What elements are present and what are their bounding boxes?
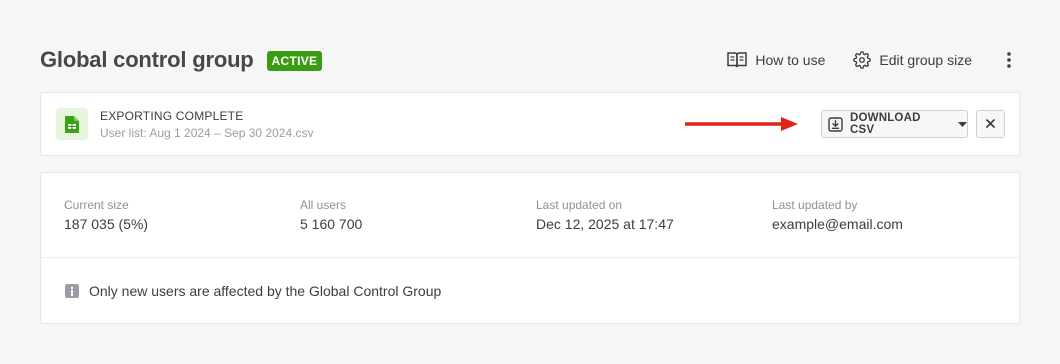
stats-row: Current size 187 035 (5%) All users 5 16… [41, 173, 1019, 257]
page-title: Global control group [40, 47, 254, 72]
chevron-down-icon [948, 121, 967, 127]
stat-all-users: All users 5 160 700 [300, 198, 362, 233]
info-note: Only new users are affected by the Globa… [65, 283, 441, 299]
info-icon [65, 284, 79, 298]
page-header: Global control group ACTIVE How to use E… [40, 40, 1020, 80]
close-banner-button[interactable] [976, 110, 1005, 138]
stat-label: Last updated by [772, 198, 858, 212]
edit-group-size-label: Edit group size [879, 52, 972, 68]
stats-card: Current size 187 035 (5%) All users 5 16… [40, 172, 1020, 324]
book-icon [727, 51, 748, 69]
export-text: EXPORTING COMPLETE User list: Aug 1 2024… [100, 109, 313, 140]
how-to-use-label: How to use [755, 52, 826, 68]
title-wrap: Global control group ACTIVE [40, 47, 323, 73]
export-banner: EXPORTING COMPLETE User list: Aug 1 2024… [40, 92, 1020, 156]
stat-label: Last updated on [536, 198, 623, 212]
download-csv-label: DOWNLOAD CSV [850, 112, 921, 136]
stat-last-updated-on: Last updated on Dec 12, 2025 at 17:47 [536, 198, 674, 233]
status-badge: ACTIVE [266, 51, 323, 71]
export-filename: User list: Aug 1 2024 – Sep 30 2024.csv [100, 126, 314, 140]
edit-group-size-link[interactable]: Edit group size [853, 51, 972, 69]
stat-label: Current size [64, 198, 129, 212]
gear-icon [853, 51, 872, 69]
stat-value: 187 035 (5%) [64, 216, 149, 232]
spreadsheet-file-icon [56, 108, 88, 140]
stat-last-updated-by: Last updated by example@email.com [772, 198, 903, 233]
export-status: EXPORTING COMPLETE [100, 109, 244, 123]
how-to-use-link[interactable]: How to use [727, 51, 825, 69]
info-message: Only new users are affected by the Globa… [89, 283, 442, 299]
stat-label: All users [300, 198, 347, 212]
download-csv-button[interactable]: DOWNLOAD CSV [821, 110, 968, 138]
close-icon [986, 115, 995, 133]
header-actions: How to use Edit group size [727, 48, 1020, 72]
divider [41, 257, 1019, 258]
stat-value: example@email.com [772, 216, 903, 232]
page: Global control group ACTIVE How to use E… [0, 0, 1060, 364]
stat-value: 5 160 700 [300, 216, 363, 232]
stat-value: Dec 12, 2025 at 17:47 [536, 216, 674, 232]
stat-current-size: Current size 187 035 (5%) [64, 198, 148, 233]
more-vertical-icon[interactable] [1004, 48, 1014, 72]
download-icon [828, 116, 850, 132]
arrow-right-icon [685, 117, 798, 131]
